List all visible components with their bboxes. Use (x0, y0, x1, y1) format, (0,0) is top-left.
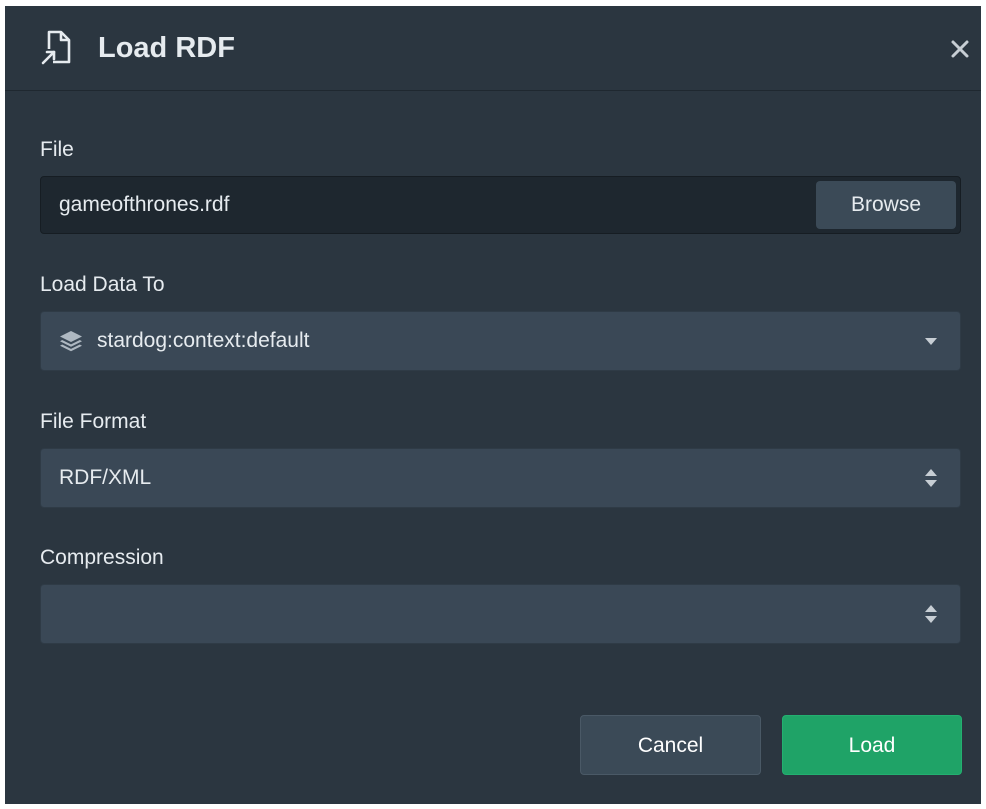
layers-icon (60, 331, 82, 352)
file-format-select[interactable]: RDF/XML (40, 448, 961, 508)
compression-label: Compression (40, 546, 164, 569)
load-button[interactable]: Load (782, 715, 962, 775)
load-data-to-value: stardog:context:default (97, 329, 310, 352)
dialog-title: Load RDF (98, 32, 235, 64)
file-import-icon (41, 30, 71, 65)
sort-updown-icon (925, 469, 937, 487)
sort-updown-icon (925, 605, 937, 623)
load-data-to-label: Load Data To (40, 273, 165, 296)
caret-down-icon (925, 338, 937, 345)
file-name-value: gameofthrones.rdf (59, 193, 230, 216)
load-rdf-dialog: Load RDF File gameofthrones.rdf Browse L… (5, 6, 981, 804)
dialog-header: Load RDF (5, 6, 981, 91)
close-icon[interactable] (945, 34, 975, 64)
load-data-to-select[interactable]: stardog:context:default (40, 311, 961, 371)
cancel-button[interactable]: Cancel (580, 715, 761, 775)
compression-select[interactable] (40, 584, 961, 644)
file-input[interactable]: gameofthrones.rdf Browse (40, 176, 961, 234)
file-label: File (40, 138, 74, 161)
file-format-value: RDF/XML (59, 466, 152, 489)
browse-button[interactable]: Browse (816, 181, 956, 229)
file-format-label: File Format (40, 410, 147, 433)
